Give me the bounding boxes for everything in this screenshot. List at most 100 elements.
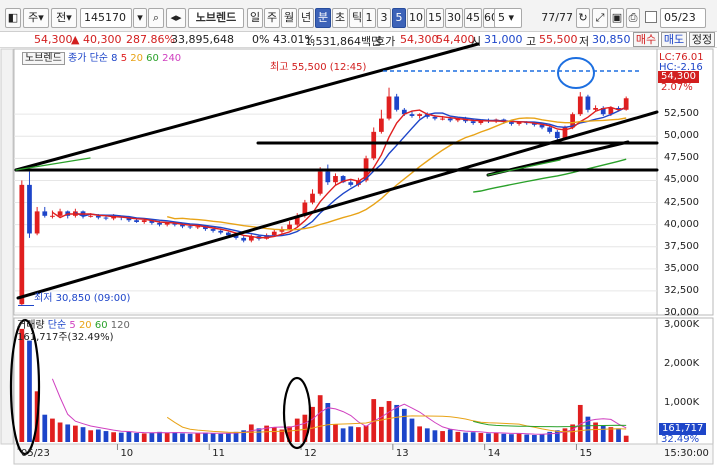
volume-bar xyxy=(317,395,323,442)
volume-ma-periods: 5 20 60 120 xyxy=(69,320,129,331)
volume-bar xyxy=(42,414,48,442)
candle-body xyxy=(371,131,377,159)
volume-bar xyxy=(486,433,491,442)
volume-bar xyxy=(118,432,124,442)
volume-bar xyxy=(554,430,560,442)
volume-bar xyxy=(570,424,575,442)
candle-body xyxy=(210,229,216,231)
volume-bar xyxy=(95,429,101,442)
price-ma-period: 8 xyxy=(111,53,121,64)
candle-body xyxy=(333,176,338,183)
volume-y-tick: 1,000K xyxy=(664,397,700,408)
candle-body xyxy=(325,171,331,183)
volume-bar xyxy=(210,433,216,442)
volume-bar xyxy=(256,428,262,442)
volume-bar xyxy=(218,433,224,442)
candle-body xyxy=(310,193,315,203)
candle-body xyxy=(547,127,553,132)
high-annotation: 최고 55,500 (12:45) xyxy=(270,62,367,73)
candle-body xyxy=(42,211,48,216)
volume-y-tick: 3,000K xyxy=(664,319,700,330)
volume-bar xyxy=(539,434,545,442)
volume-bar xyxy=(447,429,453,442)
volume-bar xyxy=(187,433,193,442)
volume-bar xyxy=(340,428,346,442)
candle-body xyxy=(271,231,277,236)
candle-body xyxy=(348,182,354,185)
time-axis xyxy=(13,443,714,465)
candle-body xyxy=(187,226,193,228)
volume-bar xyxy=(348,426,354,442)
price-ma-period: 60 xyxy=(146,53,163,64)
volume-bar xyxy=(27,340,32,442)
volume-bar xyxy=(455,431,461,442)
volume-bar xyxy=(333,424,338,442)
volume-bar xyxy=(195,433,201,442)
candle-body xyxy=(195,226,201,228)
price-ma-period: 240 xyxy=(162,53,182,64)
volume-bar xyxy=(363,425,369,442)
volume-bar xyxy=(470,432,476,442)
candle-body xyxy=(19,184,25,305)
candle-body xyxy=(470,121,476,124)
volume-bar xyxy=(134,433,139,442)
volume-bar xyxy=(157,431,162,442)
volume-bar xyxy=(600,425,606,442)
volume-bar xyxy=(532,434,537,442)
volume-bar xyxy=(19,328,25,442)
volume-bar xyxy=(409,418,415,442)
volume-bar xyxy=(524,434,530,442)
candle-body xyxy=(432,116,438,119)
time-tick-label: 14 xyxy=(487,448,501,459)
volume-bar xyxy=(180,433,185,442)
time-tick-label: 11 xyxy=(212,448,225,459)
current-pct-tag: 2.07% xyxy=(661,82,693,93)
volume-legend: 거래량 단순 5 20 60 120 xyxy=(17,320,130,332)
volume-bar xyxy=(562,428,568,442)
price-legend: 노브렌드 종가 단순 8 5 20 60 240 xyxy=(22,52,182,65)
volume-bar xyxy=(501,433,507,442)
volume-bar xyxy=(50,418,55,442)
candle-body xyxy=(141,220,147,222)
price-y-tick: 35,000 xyxy=(664,262,699,274)
candle-body xyxy=(593,107,598,110)
volume-bar xyxy=(226,433,231,442)
price-y-tick: 52,500 xyxy=(664,108,699,120)
volume-bar xyxy=(424,428,430,442)
volume-bar xyxy=(149,432,155,442)
candle-body xyxy=(241,237,247,241)
price-y-tick: 40,000 xyxy=(664,218,699,230)
candle-body xyxy=(440,118,445,120)
candle-body xyxy=(447,118,453,121)
candle-body xyxy=(50,215,55,217)
volume-bar xyxy=(417,426,422,442)
volume-bar xyxy=(379,406,384,442)
current-volume-pct: 32.49% xyxy=(661,434,700,445)
candle-body xyxy=(409,114,415,116)
volume-bar xyxy=(616,428,621,442)
volume-annotation: 161,717주(32.49%) xyxy=(17,332,114,343)
candle-body xyxy=(134,220,139,222)
price-y-tick: 42,500 xyxy=(664,196,699,208)
volume-bar xyxy=(478,433,484,442)
time-axis-end: 15:30:00 xyxy=(664,448,709,459)
candle-body xyxy=(27,184,32,234)
volume-bar xyxy=(463,432,468,442)
price-y-tick: 30,000 xyxy=(664,307,699,318)
candle-body xyxy=(386,96,392,119)
volume-bar xyxy=(88,430,94,442)
candle-body xyxy=(577,96,583,115)
candle-body xyxy=(218,230,224,233)
price-legend-name[interactable]: 노브렌드 xyxy=(22,52,65,65)
volume-bar xyxy=(65,424,71,442)
time-tick-label: 10 xyxy=(120,448,134,459)
volume-bar xyxy=(80,427,86,442)
volume-bar xyxy=(271,427,277,442)
low-annotation: 최저 30,850 (09:00) xyxy=(34,293,131,304)
volume-bar xyxy=(432,430,438,442)
candle-body xyxy=(394,96,400,110)
volume-ma-period: 60 xyxy=(94,320,111,331)
volume-bar xyxy=(126,431,132,442)
candle-body xyxy=(103,217,109,219)
volume-bar xyxy=(172,432,178,442)
